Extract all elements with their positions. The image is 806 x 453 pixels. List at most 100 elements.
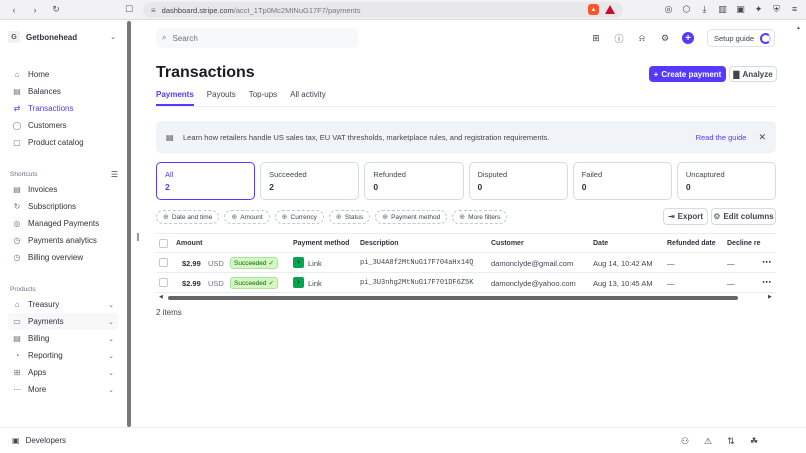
address-bar[interactable]: ≡ dashboard.stripe.com/acct_1Tp0Mc2MtNuG… xyxy=(143,2,623,18)
filter-card-failed[interactable]: Failed 0 xyxy=(572,162,672,200)
sidebar-item-transactions[interactable]: ⇄ Transactions xyxy=(8,100,118,117)
sidebar-resize-handle[interactable] xyxy=(137,233,139,241)
table-horizontal-scrollbar[interactable]: ◀ ▶ xyxy=(156,293,776,303)
sidebar-item-reporting[interactable]: ◔ Reporting ⌄ xyxy=(8,347,118,364)
sidebar-item-balances[interactable]: ▤ Balances xyxy=(8,83,118,100)
back-icon[interactable]: ‹ xyxy=(8,4,20,16)
row-more-icon[interactable]: ⋯ xyxy=(762,277,772,288)
banner-text: Learn how retailers handle US sales tax,… xyxy=(183,132,550,142)
status-filter-cards: All 2 Succeeded 2 Refunded 0 Disputed 0 … xyxy=(156,162,777,200)
edit-columns-button[interactable]: ⚙ Edit columns xyxy=(711,208,776,225)
sidebar-scrollbar[interactable] xyxy=(127,21,131,427)
sidebar-item-product-catalog[interactable]: ▢ Product catalog xyxy=(8,134,118,151)
sort-arrows-icon[interactable]: ⇅ xyxy=(725,435,737,447)
filter-date-and-time[interactable]: ⊕ Date and time xyxy=(156,210,220,224)
vpn-icon[interactable]: ⛨ xyxy=(771,3,782,15)
setup-guide-button[interactable]: Setup guide xyxy=(707,29,775,47)
column-date[interactable]: Date xyxy=(593,240,608,247)
filter-card-all[interactable]: All 2 xyxy=(156,162,256,200)
filter-payment-method[interactable]: ⊕ Payment method xyxy=(375,210,448,224)
sidebar-item-managed-payments[interactable]: ◎ Managed Payments xyxy=(8,215,118,232)
bookmark-icon[interactable]: ☐ xyxy=(125,4,137,16)
export-button[interactable]: ⇥ Export xyxy=(663,208,708,225)
tab-payments[interactable]: Payments xyxy=(156,90,194,106)
read-guide-link[interactable]: Read the guide xyxy=(696,133,747,142)
row-checkbox[interactable] xyxy=(159,258,168,267)
description-value[interactable]: pi_3U3nhg2MtNuG17F701DF6Z5K xyxy=(360,279,473,287)
sidebar-item-apps[interactable]: ⊞ Apps ⌄ xyxy=(8,364,118,381)
customer-value[interactable]: damonclyde@yahoo.com xyxy=(491,279,576,288)
column-decline-reason[interactable]: Decline re xyxy=(727,240,760,247)
table-row[interactable]: $2.99 USD Succeeded ✓ › Link pi_3U4A8f2Mt… xyxy=(156,253,776,273)
row-checkbox[interactable] xyxy=(159,278,168,287)
select-all-checkbox[interactable] xyxy=(159,239,168,248)
filter-more-filters[interactable]: ⊕ More filters xyxy=(452,210,508,224)
sidebar-item-payments-analytics[interactable]: ◷ Payments analytics xyxy=(8,232,118,249)
sidebar-item-invoices[interactable]: ▤ Invoices xyxy=(8,181,118,198)
tab-all-activity[interactable]: All activity xyxy=(290,90,326,106)
developers-button[interactable]: ▣ Developers xyxy=(12,436,66,445)
filter-card-refunded[interactable]: Refunded 0 xyxy=(364,162,464,200)
sidebar-toggle-icon[interactable]: ▥ xyxy=(717,3,728,15)
filter-card-disputed[interactable]: Disputed 0 xyxy=(468,162,568,200)
filter-pill-label: Payment method xyxy=(391,213,441,221)
column-payment-method[interactable]: Payment method xyxy=(293,240,349,247)
tab-top-ups[interactable]: Top-ups xyxy=(249,90,277,106)
filter-card-uncaptured[interactable]: Uncaptured 0 xyxy=(676,162,777,200)
search-input[interactable]: ⌕ Search xyxy=(156,28,358,48)
warning-icon[interactable]: ⚠ xyxy=(702,435,714,447)
tab-payouts[interactable]: Payouts xyxy=(207,90,236,106)
notifications-bell-icon[interactable]: ⍾ xyxy=(636,32,648,44)
brave-shield-icon[interactable]: ▲ xyxy=(588,4,599,15)
column-description[interactable]: Description xyxy=(360,240,399,247)
scroll-right-icon[interactable]: ▶ xyxy=(768,294,772,300)
sidebar-item-treasury[interactable]: ⌂ Treasury ⌄ xyxy=(8,296,118,313)
description-value[interactable]: pi_3U4A8f2MtNuG17F704aHx14Q xyxy=(360,259,473,267)
table-row[interactable]: $2.99 USD Succeeded ✓ › Link pi_3U3nhg2Mt… xyxy=(156,273,776,293)
sidebar-item-label: Subscriptions xyxy=(28,202,77,211)
extensions-icon[interactable]: ⬡ xyxy=(681,3,692,15)
column-refunded-date[interactable]: Refunded date xyxy=(667,240,716,247)
page-scrollbar[interactable]: ▲ xyxy=(790,21,806,427)
menu-icon[interactable]: ≡ xyxy=(789,3,800,15)
analyze-button[interactable]: ▇ Analyze xyxy=(729,66,777,82)
binoculars-icon[interactable]: ⚇ xyxy=(679,435,691,447)
filter-amount[interactable]: ⊕ Amount xyxy=(224,210,270,224)
sidebar-item-billing[interactable]: ▤ Billing ⌄ xyxy=(8,330,118,347)
download-icon[interactable]: ⤓ xyxy=(699,3,710,15)
create-payment-button[interactable]: + Create payment xyxy=(649,66,726,82)
apps-grid-icon[interactable]: ⊞ xyxy=(590,32,602,44)
help-icon[interactable]: ⓘ xyxy=(613,32,625,44)
account-switcher[interactable]: G Getbonehead ⌄ xyxy=(8,31,116,43)
filter-status[interactable]: ⊕ Status xyxy=(328,210,371,224)
sidebar-item-customers[interactable]: ◯ Customers xyxy=(8,117,118,134)
tune-icon[interactable]: ≡ xyxy=(151,6,156,15)
customer-value[interactable]: damonclyde@gmail.com xyxy=(491,259,573,268)
scrollbar-thumb[interactable] xyxy=(168,296,738,300)
refunded-date-value: — xyxy=(667,279,675,288)
wallet-icon[interactable]: ▣ xyxy=(735,3,746,15)
sidebar-item-billing-overview[interactable]: ◷ Billing overview xyxy=(8,249,118,266)
reload-icon[interactable]: ↻ xyxy=(50,4,62,16)
brave-rewards-icon[interactable] xyxy=(605,5,615,14)
webhooks-icon[interactable]: ☘ xyxy=(748,435,760,447)
plus-icon[interactable]: + xyxy=(682,32,694,44)
extension-icon-1[interactable]: ◎ xyxy=(663,3,674,15)
close-icon[interactable]: ✕ xyxy=(758,132,766,143)
row-more-icon[interactable]: ⋯ xyxy=(762,257,772,268)
leo-ai-icon[interactable]: ✦ xyxy=(753,3,764,15)
settings-gear-icon[interactable]: ⚙ xyxy=(659,32,671,44)
sidebar-item-subscriptions[interactable]: ↻ Subscriptions xyxy=(8,198,118,215)
column-customer[interactable]: Customer xyxy=(491,240,524,247)
filter-card-succeeded[interactable]: Succeeded 2 xyxy=(260,162,360,200)
sidebar-item-payments[interactable]: ▭ Payments ⌄ xyxy=(8,313,118,330)
scroll-up-icon[interactable]: ▲ xyxy=(796,25,801,31)
sidebar-item-more[interactable]: ⋯ More ⌄ xyxy=(8,381,118,398)
column-amount[interactable]: Amount xyxy=(176,240,202,247)
sidebar-item-home[interactable]: ⌂ Home xyxy=(8,66,118,83)
scroll-left-icon[interactable]: ◀ xyxy=(159,294,163,300)
sidebar-item-label: Product catalog xyxy=(28,138,84,147)
forward-icon[interactable]: › xyxy=(29,4,41,16)
filter-currency[interactable]: ⊕ Currency xyxy=(274,210,324,224)
list-icon[interactable]: ☰ xyxy=(111,170,118,179)
